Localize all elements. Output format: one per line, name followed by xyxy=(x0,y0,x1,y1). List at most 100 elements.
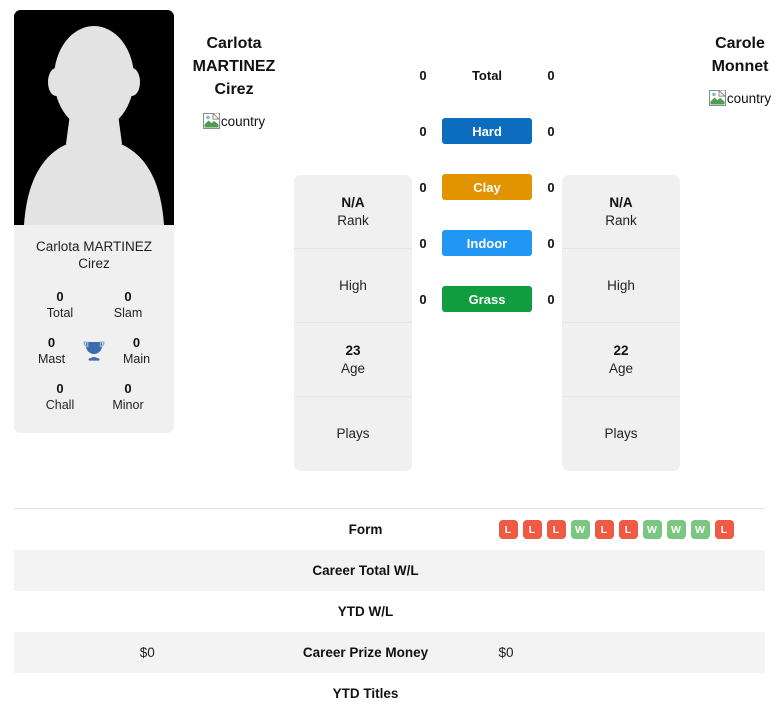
info-cell-plays-right: Plays xyxy=(562,397,680,471)
info-age-label-right: Age xyxy=(608,360,634,376)
country-flag-alt-left: country xyxy=(220,113,266,129)
person-silhouette-icon xyxy=(14,10,174,225)
stat-slam-label-left: Slam xyxy=(113,306,143,320)
form-badge-win[interactable]: W xyxy=(570,520,590,539)
info-cell-age-left: 23 Age xyxy=(294,323,412,397)
titles-grid-left: 0 Total 0 Slam 0 Mast 0 Main 0 Chall 0 M… xyxy=(14,273,174,433)
stat-main-left: 0 Main xyxy=(111,335,162,367)
ytd-titles-label: YTD Titles xyxy=(332,686,399,701)
surface-row-clay: 0 Clay 0 xyxy=(412,174,562,200)
surface-grass-label[interactable]: Grass xyxy=(442,286,532,312)
info-high-label-left: High xyxy=(339,277,367,293)
info-plays-label-right: Plays xyxy=(604,426,638,441)
player-card-name-left: Carlota MARTINEZ Cirez xyxy=(35,239,153,271)
info-panel-right: N/A Rank High 22 Age Plays xyxy=(562,175,680,471)
player-title-right: Carole Monnet xyxy=(712,32,769,78)
info-age-value-left: 23 xyxy=(345,342,361,358)
stat-minor-left: 0 Minor xyxy=(94,381,162,413)
trophy-icon xyxy=(77,338,111,364)
table-row-form: Form LLLWLLWWWL xyxy=(14,509,765,550)
info-cell-plays-left: Plays xyxy=(294,397,412,471)
form-badge-loss[interactable]: L xyxy=(594,520,614,539)
player-comparison-page: Carlota MARTINEZ Cirez 0 Total 0 Slam 0 xyxy=(0,0,779,719)
surface-clay-left-value: 0 xyxy=(419,179,427,195)
surface-row-indoor: 0 Indoor 0 xyxy=(412,230,562,256)
stat-minor-label-left: Minor xyxy=(112,398,144,412)
table-row-career-prize-money: $0 Career Prize Money $0 xyxy=(14,632,765,673)
form-badge-loss[interactable]: L xyxy=(714,520,734,539)
surface-total-label: Total xyxy=(471,67,503,83)
surface-clay-label[interactable]: Clay xyxy=(442,174,532,200)
surface-grass-right-value: 0 xyxy=(547,291,555,307)
player-title-line1-right: Carole xyxy=(715,35,765,52)
comparison-top-section: Carlota MARTINEZ Cirez 0 Total 0 Slam 0 xyxy=(0,0,779,498)
player-photo-left xyxy=(14,10,174,225)
form-badge-loss[interactable]: L xyxy=(498,520,518,539)
info-panel-left: N/A Rank High 23 Age Plays xyxy=(294,175,412,471)
stat-total-label-left: Total xyxy=(46,306,74,320)
info-cell-high-left: High xyxy=(294,249,412,323)
surface-row-total: 0 Total 0 xyxy=(412,62,562,88)
info-rank-label-left: Rank xyxy=(337,212,369,228)
info-age-label-left: Age xyxy=(340,360,366,376)
country-flag-left: country xyxy=(202,113,266,129)
broken-image-icon xyxy=(708,90,726,106)
form-label: Form xyxy=(348,522,383,537)
stat-mast-value-left: 0 xyxy=(47,335,56,350)
titles-row-total-slam-left: 0 Total 0 Slam xyxy=(20,281,168,327)
surface-hard-right-value: 0 xyxy=(547,123,555,139)
titles-row-mast-main-left: 0 Mast 0 Main xyxy=(20,327,168,373)
player-title-line2-right: Monnet xyxy=(711,58,769,75)
stat-chall-left: 0 Chall xyxy=(26,381,94,413)
info-cell-age-right: 22 Age xyxy=(562,323,680,397)
surface-grass-left-value: 0 xyxy=(419,291,427,307)
country-flag-right: country xyxy=(708,90,771,106)
surface-indoor-left-value: 0 xyxy=(419,235,427,251)
form-badge-loss[interactable]: L xyxy=(522,520,542,539)
player-title-line1-left: Carlota xyxy=(206,35,262,52)
surface-indoor-right-value: 0 xyxy=(547,235,555,251)
career-prize-money-label: Career Prize Money xyxy=(302,645,429,660)
surface-comparison-column: 0 Total 0 0 Hard 0 0 Clay 0 0 Indoor 0 0 xyxy=(412,10,562,312)
surface-indoor-label[interactable]: Indoor xyxy=(442,230,532,256)
table-row-ytd-wl: YTD W/L xyxy=(14,591,765,632)
info-cell-high-right: High xyxy=(562,249,680,323)
table-row-career-total-wl: Career Total W/L xyxy=(14,550,765,591)
trophy-icon-svg xyxy=(83,341,105,361)
form-badge-win[interactable]: W xyxy=(666,520,686,539)
stat-main-value-left: 0 xyxy=(132,335,141,350)
form-badge-loss[interactable]: L xyxy=(618,520,638,539)
info-cell-rank-left: N/A Rank xyxy=(294,175,412,249)
info-age-value-right: 22 xyxy=(613,342,629,358)
stat-chall-label-left: Chall xyxy=(45,398,75,412)
career-prize-money-left-value: $0 xyxy=(139,645,155,660)
info-high-label-right: High xyxy=(607,277,635,293)
surface-hard-label[interactable]: Hard xyxy=(442,118,532,144)
form-badge-loss[interactable]: L xyxy=(546,520,566,539)
player-name-column-left: Carlota MARTINEZ Cirez country xyxy=(174,10,294,129)
surface-total-right-value: 0 xyxy=(547,67,555,83)
form-right-value: LLLWLLWWWL xyxy=(451,520,766,539)
stat-mast-label-left: Mast xyxy=(37,352,66,366)
career-total-wl-label: Career Total W/L xyxy=(312,563,419,578)
stat-main-label-left: Main xyxy=(122,352,151,366)
career-prize-money-right-value: $0 xyxy=(498,645,514,660)
player-title-line2-left: MARTINEZ Cirez xyxy=(192,58,276,98)
surface-row-hard: 0 Hard 0 xyxy=(412,118,562,144)
stat-slam-value-left: 0 xyxy=(124,289,132,304)
form-badge-list: LLLWLLWWWL xyxy=(498,520,734,539)
info-cell-rank-right: N/A Rank xyxy=(562,175,680,249)
stat-mast-left: 0 Mast xyxy=(26,335,77,367)
stat-minor-value-left: 0 xyxy=(124,381,132,396)
player-card-left[interactable]: Carlota MARTINEZ Cirez 0 Total 0 Slam 0 xyxy=(14,10,174,433)
surface-clay-right-value: 0 xyxy=(547,179,555,195)
info-rank-label-right: Rank xyxy=(605,212,637,228)
form-badge-win[interactable]: W xyxy=(690,520,710,539)
info-plays-label-left: Plays xyxy=(336,426,370,441)
form-badge-win[interactable]: W xyxy=(642,520,662,539)
surface-hard-left-value: 0 xyxy=(419,123,427,139)
table-row-ytd-titles: YTD Titles xyxy=(14,673,765,714)
info-rank-value-left: N/A xyxy=(341,194,365,210)
stat-chall-value-left: 0 xyxy=(56,381,64,396)
stat-slam-left: 0 Slam xyxy=(94,289,162,321)
